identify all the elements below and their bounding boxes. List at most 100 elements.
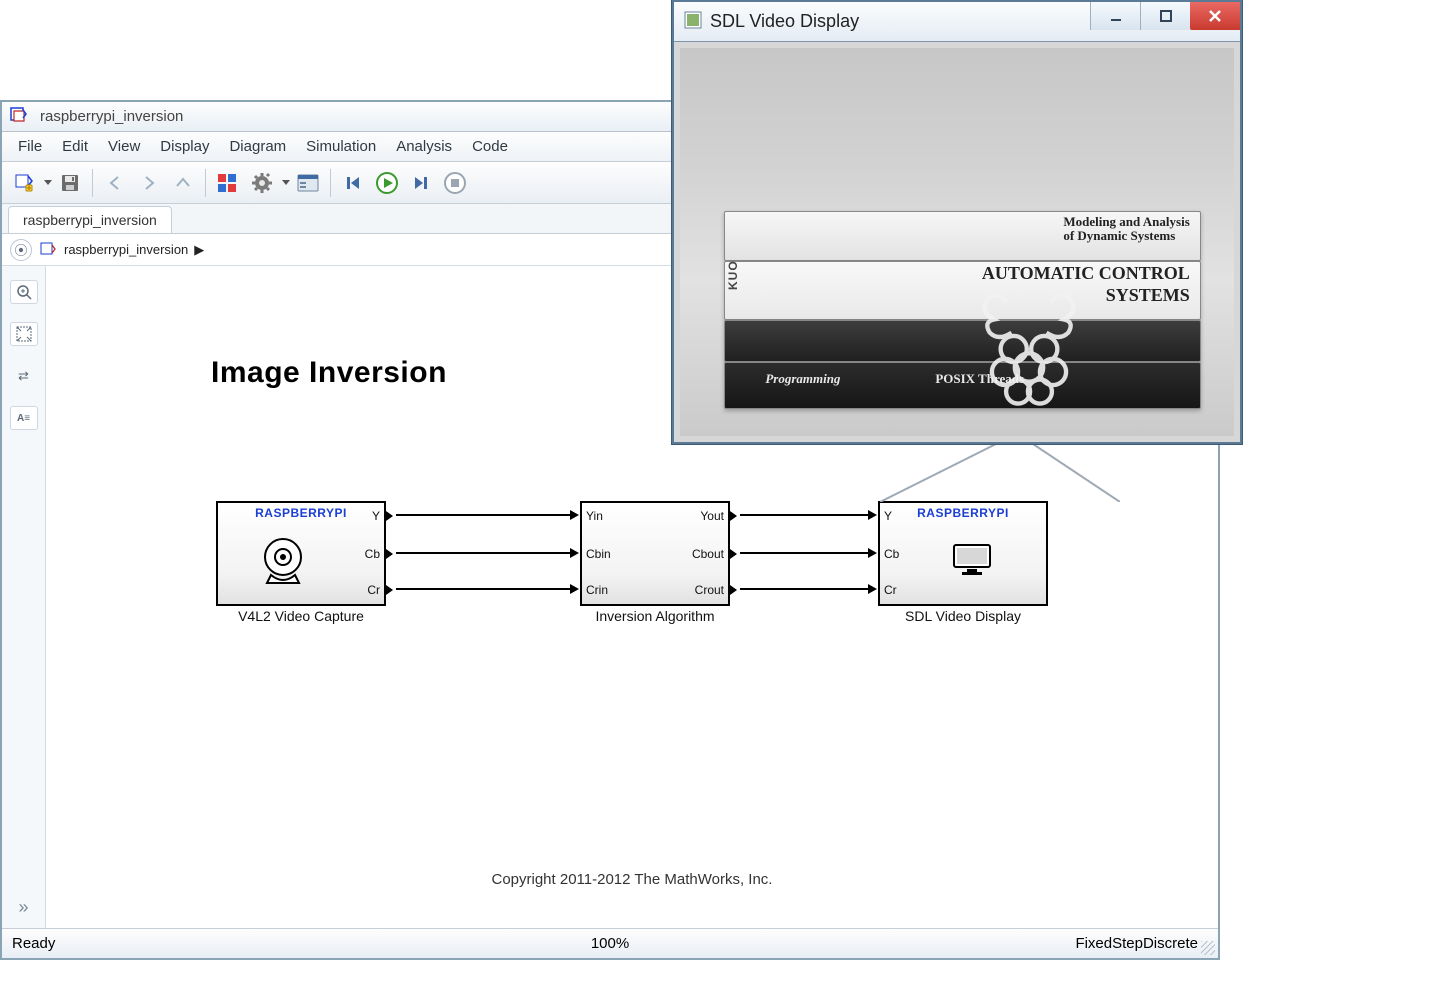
- menu-code[interactable]: Code: [462, 134, 518, 159]
- sdl-app-icon: [684, 11, 702, 32]
- zoom-button[interactable]: [10, 280, 38, 304]
- breadcrumb-model[interactable]: raspberrypi_inversion: [64, 242, 188, 257]
- minimize-button[interactable]: [1090, 2, 1140, 30]
- arrowhead-icon: [570, 548, 579, 558]
- menu-file[interactable]: File: [8, 134, 52, 159]
- video-image: Modeling and Analysis of Dynamic Systems…: [680, 48, 1234, 436]
- menu-edit[interactable]: Edit: [52, 134, 98, 159]
- arrowhead-icon: [570, 584, 579, 594]
- menu-simulation[interactable]: Simulation: [296, 134, 386, 159]
- port-in: Y: [884, 509, 892, 523]
- breadcrumb-chevron-icon: ▶: [194, 242, 204, 258]
- arrowhead-icon: [868, 510, 877, 520]
- port-arrow-icon: [386, 585, 393, 595]
- signal-wire[interactable]: [740, 588, 868, 590]
- book-title: Programming: [765, 371, 840, 387]
- block-inversion-algorithm[interactable]: Yin Cbin Crin Yout Cbout Crout Inversion…: [580, 501, 730, 606]
- port-arrow-icon: [386, 511, 393, 521]
- port-arrow-icon: [730, 585, 737, 595]
- port-arrow-icon: [730, 511, 737, 521]
- book-spine: KUO: [726, 261, 740, 291]
- new-model-dropdown-icon[interactable]: [44, 180, 52, 185]
- save-button[interactable]: [54, 167, 86, 199]
- resize-grip-icon[interactable]: [1201, 941, 1215, 955]
- arrowhead-icon: [570, 510, 579, 520]
- status-ready: Ready: [12, 935, 55, 952]
- book: Programming POSIX Threads: [724, 362, 1200, 409]
- block-label: SDL Video Display: [905, 608, 1021, 624]
- port-arrow-icon: [730, 549, 737, 559]
- signal-wire[interactable]: [740, 514, 868, 516]
- simulink-title: raspberrypi_inversion: [40, 108, 183, 125]
- raspberry-pi-logo-icon: [974, 289, 1084, 409]
- book: KUO AUTOMATIC CONTROL SYSTEMS: [724, 261, 1200, 319]
- sdl-video-frame: Modeling and Analysis of Dynamic Systems…: [674, 42, 1240, 442]
- forward-button[interactable]: [133, 167, 165, 199]
- signal-wire[interactable]: [740, 552, 868, 554]
- step-back-button[interactable]: [337, 167, 369, 199]
- callout-connector: [880, 442, 1120, 502]
- model-explorer-button[interactable]: [292, 167, 324, 199]
- port-out: Cb: [365, 547, 380, 561]
- model-configuration-button[interactable]: [246, 167, 278, 199]
- book-title: SYSTEMS: [1106, 286, 1190, 305]
- port-out: Crout: [695, 583, 724, 597]
- step-forward-button[interactable]: [405, 167, 437, 199]
- port-in: Yin: [586, 509, 603, 523]
- menu-analysis[interactable]: Analysis: [386, 134, 462, 159]
- toolbar-separator: [330, 169, 331, 197]
- up-button[interactable]: [167, 167, 199, 199]
- config-dropdown-icon[interactable]: [282, 180, 290, 185]
- block-label: V4L2 Video Capture: [238, 608, 364, 624]
- webcam-icon: [253, 531, 313, 594]
- fit-to-view-button[interactable]: [10, 322, 38, 346]
- run-button[interactable]: [371, 167, 403, 199]
- new-model-button[interactable]: [8, 167, 40, 199]
- stop-button[interactable]: [439, 167, 471, 199]
- port-out: Cbout: [692, 547, 724, 561]
- book-title: AUTOMATIC CONTROL: [982, 264, 1190, 283]
- book: [724, 320, 1200, 363]
- sdl-title-text: SDL Video Display: [710, 11, 859, 32]
- status-solver: FixedStepDiscrete: [1075, 935, 1198, 952]
- port-in: Cbin: [586, 547, 611, 561]
- breadcrumb[interactable]: raspberrypi_inversion ▶: [40, 242, 204, 258]
- toolbar-separator: [205, 169, 206, 197]
- statusbar: Ready 100% FixedStepDiscrete: [2, 928, 1218, 958]
- arrowhead-icon: [868, 548, 877, 558]
- close-button[interactable]: [1190, 2, 1240, 30]
- maximize-button[interactable]: [1140, 2, 1190, 30]
- sdl-titlebar[interactable]: SDL Video Display: [674, 2, 1240, 42]
- palette-expand-icon[interactable]: »: [18, 897, 28, 928]
- block-brand: RASPBERRYPI: [218, 506, 384, 520]
- block-video-capture[interactable]: RASPBERRYPI Y Cb Cr V4L2 Video Capture: [216, 501, 386, 606]
- signal-wire[interactable]: [396, 552, 570, 554]
- annotation-button[interactable]: A≡: [10, 406, 38, 430]
- hide-explorer-button[interactable]: ⦿: [10, 239, 32, 261]
- toolbar-separator: [92, 169, 93, 197]
- library-browser-button[interactable]: [212, 167, 244, 199]
- block-label: Inversion Algorithm: [595, 608, 714, 624]
- port-out: Cr: [367, 583, 380, 597]
- menu-diagram[interactable]: Diagram: [219, 134, 296, 159]
- monitor-icon: [952, 543, 992, 580]
- menu-display[interactable]: Display: [150, 134, 219, 159]
- block-brand: RASPBERRYPI: [880, 506, 1046, 520]
- port-out: Yout: [700, 509, 724, 523]
- port-in: Cb: [884, 547, 899, 561]
- document-tab-active[interactable]: raspberrypi_inversion: [8, 206, 172, 233]
- port-in: Crin: [586, 583, 608, 597]
- status-zoom: 100%: [591, 935, 629, 952]
- diagram-title: Image Inversion: [211, 356, 447, 390]
- port-arrow-icon: [386, 549, 393, 559]
- arrowhead-icon: [868, 584, 877, 594]
- back-button[interactable]: [99, 167, 131, 199]
- sdl-window[interactable]: SDL Video Display Modeling and Analysis …: [672, 0, 1242, 444]
- toggle-perspectives-button[interactable]: ⇄: [10, 364, 38, 388]
- signal-wire[interactable]: [396, 588, 570, 590]
- window-controls: [1090, 2, 1240, 30]
- menu-view[interactable]: View: [98, 134, 150, 159]
- block-sdl-video-display[interactable]: RASPBERRYPI Y Cb Cr SDL Video Display: [878, 501, 1048, 606]
- signal-wire[interactable]: [396, 514, 570, 516]
- palette: ⇄ A≡ »: [2, 266, 46, 928]
